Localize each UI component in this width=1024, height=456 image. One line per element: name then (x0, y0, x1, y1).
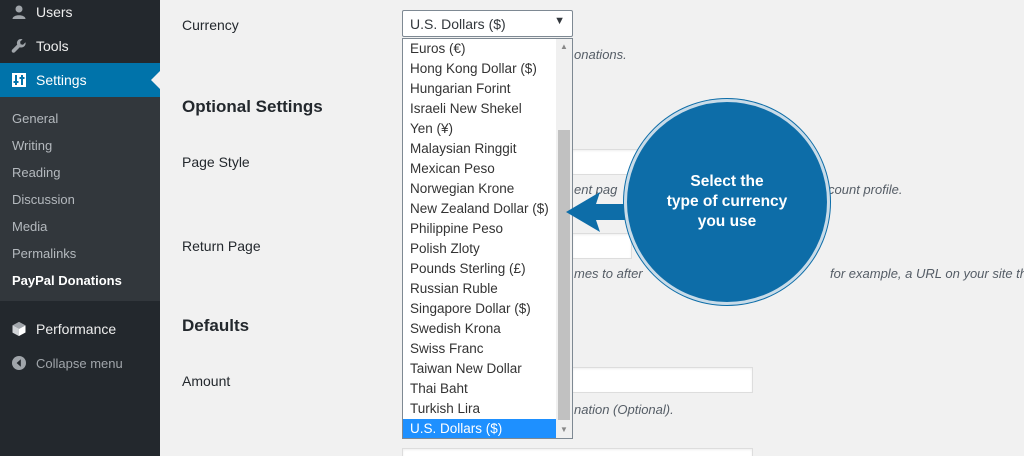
callout-line: you use (697, 213, 757, 230)
callout-text: Select the type of currency you use (652, 172, 802, 232)
callout-bubble: Select the type of currency you use (624, 99, 830, 305)
callout-arrow-icon (566, 192, 636, 232)
callout-line: Select the (690, 173, 764, 190)
callout-line: type of currency (666, 193, 788, 210)
